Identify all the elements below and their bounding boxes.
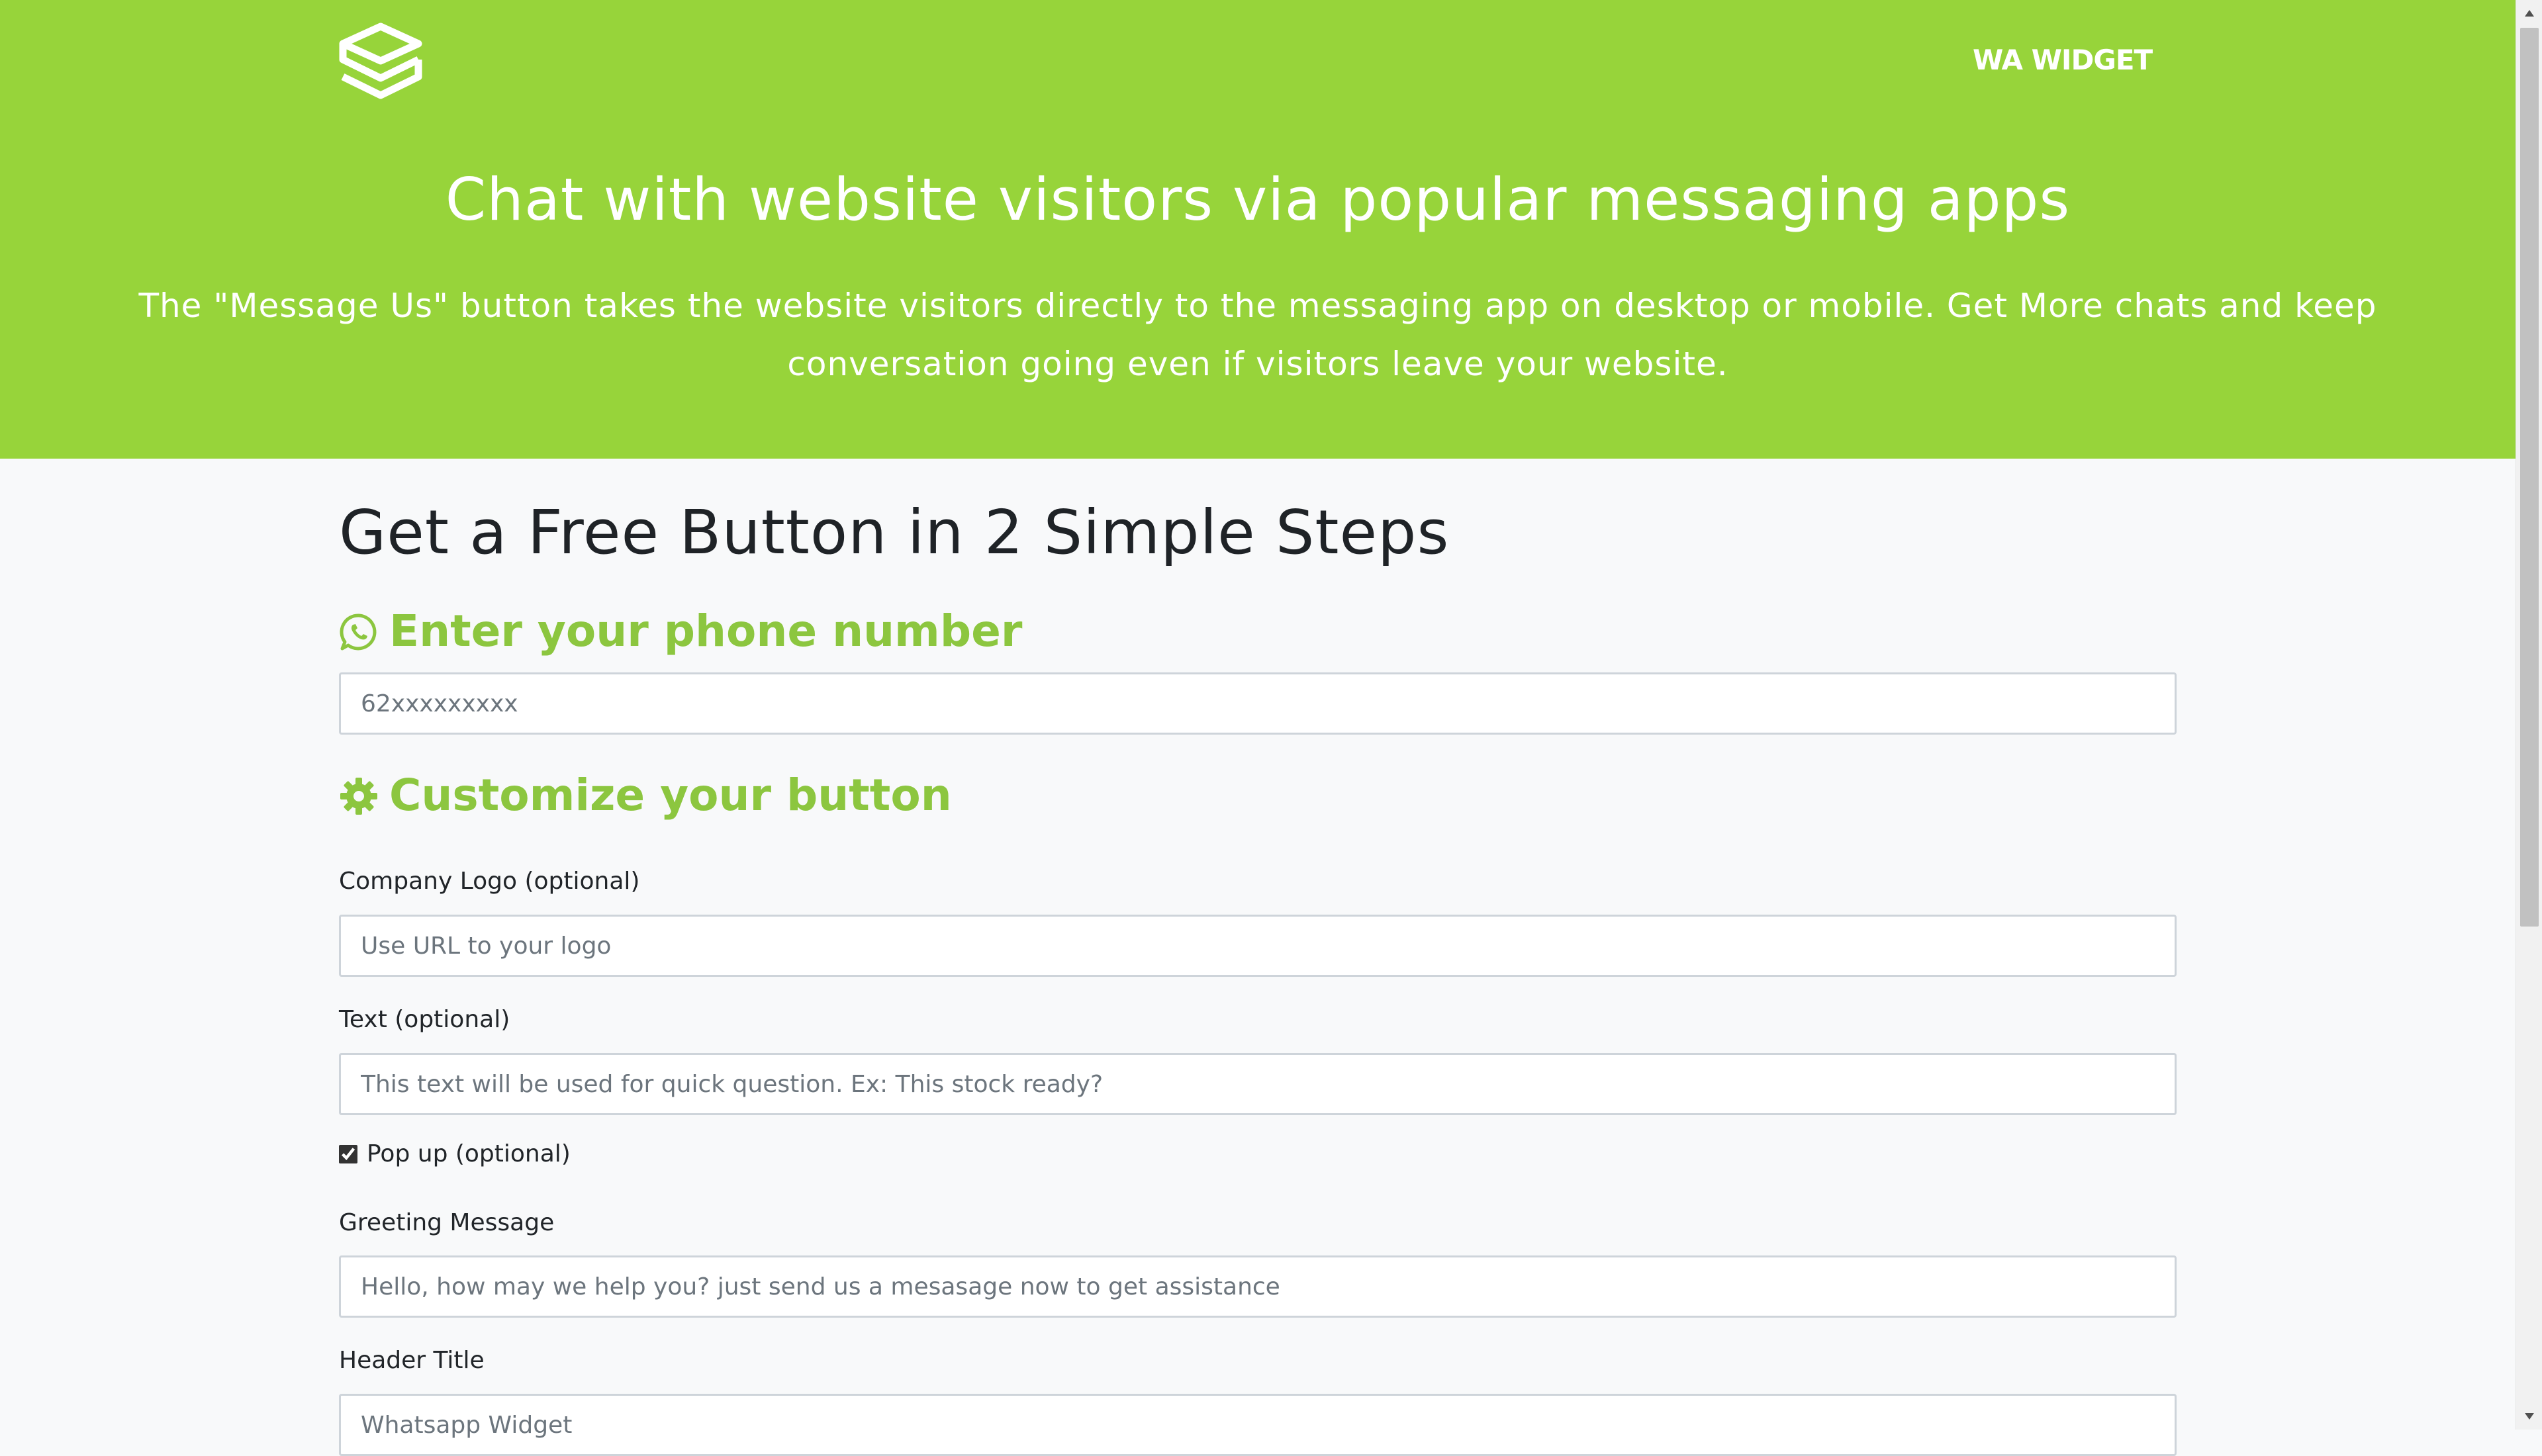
phone-section-title: Enter your phone number — [389, 606, 1023, 657]
company-logo-input[interactable] — [339, 915, 2177, 977]
customize-section-title: Customize your button — [389, 770, 952, 821]
nav-wa-widget[interactable]: WA WIDGET — [1973, 44, 2153, 76]
whatsapp-icon — [339, 612, 379, 651]
popup-checkbox[interactable] — [339, 1144, 357, 1163]
header-title-input[interactable] — [339, 1394, 2177, 1456]
phone-section-heading: Enter your phone number — [339, 606, 1022, 657]
customize-section-heading: Customize your button — [339, 770, 952, 821]
hero-description: The "Message Us" button takes the websit… — [138, 287, 2377, 383]
popup-label: Pop up (optional) — [367, 1140, 571, 1167]
gear-icon — [339, 776, 379, 815]
phone-number-input[interactable] — [339, 672, 2177, 735]
page: WA WIDGET Chat with website visitors via… — [0, 0, 2516, 1456]
greeting-message-label: Greeting Message — [339, 1209, 555, 1236]
hero-header: WA WIDGET Chat with website visitors via… — [0, 0, 2516, 459]
vertical-scrollbar[interactable] — [2516, 0, 2542, 1430]
scroll-thumb[interactable] — [2520, 28, 2539, 927]
company-logo-label: Company Logo (optional) — [339, 868, 640, 895]
text-label: Text (optional) — [339, 1006, 510, 1033]
scroll-down-arrow-icon[interactable] — [2516, 1403, 2542, 1430]
popup-option[interactable]: Pop up (optional) — [339, 1140, 571, 1167]
page-title: Get a Free Button in 2 Simple Steps — [339, 497, 1450, 568]
quick-text-input[interactable] — [339, 1053, 2177, 1115]
greeting-message-input[interactable] — [339, 1255, 2177, 1318]
hero-title: Chat with website visitors via popular m… — [445, 165, 2071, 234]
stacked-s-logo-icon[interactable] — [338, 21, 424, 105]
scroll-up-arrow-icon[interactable] — [2516, 0, 2542, 26]
header-title-label: Header Title — [339, 1347, 485, 1374]
